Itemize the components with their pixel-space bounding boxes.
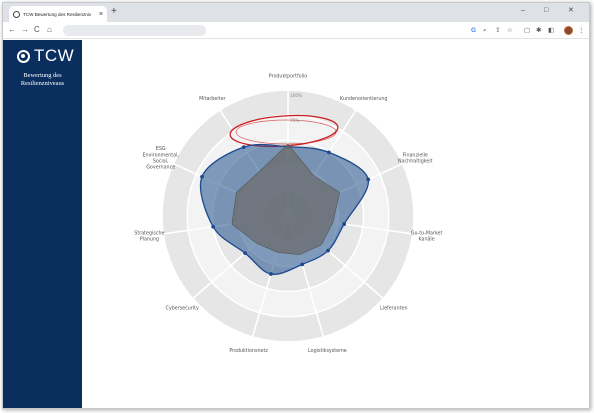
- tick-label: 75%: [290, 118, 299, 123]
- browser-tab[interactable]: TCW Bewertung des Resilienzniv ×: [9, 6, 107, 22]
- reload-button[interactable]: C: [34, 24, 40, 36]
- axis-label: Produktionsnetz: [229, 348, 268, 354]
- axis-label: Finanzielle Nachhaltigkeit: [398, 152, 433, 164]
- logo-text: TCW: [34, 46, 75, 65]
- new-tab-button[interactable]: +: [111, 6, 117, 18]
- close-tab-icon[interactable]: ×: [99, 11, 103, 18]
- series-1-point: [211, 224, 216, 229]
- close-window-button[interactable]: ✕: [568, 6, 574, 16]
- series-1-point: [366, 177, 371, 182]
- axis-label: Mitarbeiter: [199, 96, 225, 102]
- maximize-button[interactable]: □: [544, 6, 548, 16]
- search-icon[interactable]: ⌕: [483, 25, 487, 36]
- site-icon: [13, 10, 20, 18]
- series-1-point: [200, 174, 204, 179]
- axis-label: Cybersecurity: [166, 305, 199, 311]
- series-1-point: [241, 145, 246, 150]
- series-1-point: [326, 150, 331, 155]
- series-1-point: [243, 251, 248, 256]
- google-icon[interactable]: G: [471, 25, 476, 36]
- series-1-point: [300, 262, 305, 267]
- share-icon[interactable]: ⇪: [495, 25, 500, 36]
- subtitle-line-1: Bewertung des: [23, 72, 62, 79]
- series-1-point: [342, 222, 347, 226]
- axis-label: Kundenorientierung: [340, 96, 388, 102]
- sidebar-subtitle: Bewertung des Resilienzniveaus: [3, 72, 82, 87]
- tab-title: TCW Bewertung des Resilienzniv: [23, 11, 92, 17]
- axis-label: Go-to-Market Kanäle: [411, 230, 443, 242]
- axis-label: Logistiksysteme: [308, 348, 347, 354]
- tcw-logo-icon: [17, 49, 30, 63]
- address-bar[interactable]: [63, 25, 206, 36]
- sidepanel-icon[interactable]: ◧: [548, 25, 554, 36]
- sidebar: TCW Bewertung des Resilienzniveaus: [3, 40, 82, 408]
- puzzle-icon[interactable]: ✱: [536, 25, 541, 36]
- series-1-point: [269, 272, 273, 276]
- subtitle-line-2: Resilienzniveaus: [20, 79, 65, 87]
- menu-icon[interactable]: ⋮: [578, 25, 585, 36]
- axis-label: ESG Environmental, Social, Governance: [142, 146, 179, 171]
- bookmark-star-icon[interactable]: ☆: [507, 25, 513, 36]
- forward-button[interactable]: →: [21, 24, 29, 36]
- resilience-radar-chart: 100% 75% Produktportfolio Kundenorientierun…: [134, 74, 443, 354]
- minimize-button[interactable]: –: [521, 6, 525, 16]
- tab-strip: TCW Bewertung des Resilienzniv × + – □ ✕: [3, 3, 589, 22]
- extension-icon[interactable]: ▢: [524, 25, 530, 36]
- axis-label: Produktportfolio: [269, 74, 307, 80]
- browser-window: TCW Bewertung des Resilienzniv × + – □ ✕…: [2, 2, 590, 409]
- profile-avatar[interactable]: [564, 26, 573, 35]
- tcw-logo[interactable]: TCW: [17, 46, 74, 66]
- axis-label: Lieferanten: [380, 305, 407, 311]
- back-button[interactable]: ←: [8, 24, 16, 36]
- tick-label: 100%: [290, 93, 302, 98]
- axis-label: Strategische Planung: [134, 230, 164, 242]
- series-1-point: [326, 248, 330, 253]
- home-button[interactable]: ⌂: [47, 24, 52, 36]
- browser-toolbar: ← → C ⌂ G ⌕ ⇪ ☆ ▢ ✱ ◧ ⋮: [3, 22, 589, 39]
